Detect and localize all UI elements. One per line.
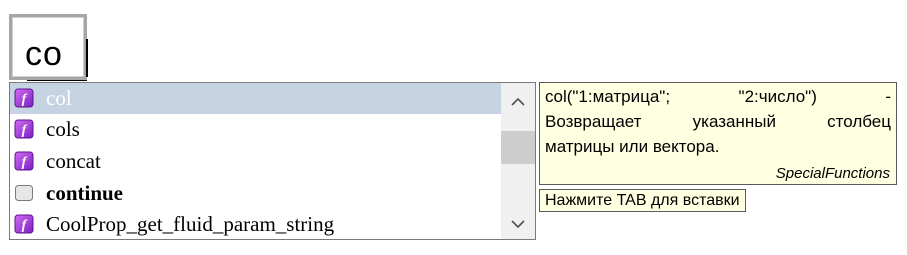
formula-input-box[interactable]: co bbox=[9, 14, 88, 81]
list-item-label: col bbox=[46, 86, 72, 110]
list-item-label: concat bbox=[46, 149, 101, 173]
list-item-concat[interactable]: f concat bbox=[10, 146, 501, 177]
input-underline bbox=[27, 80, 87, 81]
tooltip-description-line: Возвращает указанный столбец bbox=[545, 112, 891, 131]
tooltip-category: SpecialFunctions bbox=[775, 165, 890, 182]
typed-text: co bbox=[25, 35, 63, 73]
keyword-icon bbox=[15, 185, 33, 201]
list-item-coolprop[interactable]: f CoolProp_get_fluid_param_string bbox=[10, 209, 501, 239]
tooltip-signature: col("1:матрица"; "2:число") - bbox=[545, 87, 891, 106]
insert-hint: Нажмите TAB для вставки bbox=[539, 189, 746, 212]
autocomplete-list[interactable]: f col f cols f concat continue f CoolPro… bbox=[9, 82, 536, 240]
vertical-scrollbar[interactable] bbox=[501, 83, 535, 239]
scroll-up-button[interactable] bbox=[501, 87, 535, 117]
chevron-up-icon bbox=[511, 97, 525, 106]
text-caret bbox=[86, 39, 88, 77]
list-item-cols[interactable]: f cols bbox=[10, 114, 501, 145]
function-icon: f bbox=[14, 214, 34, 234]
scroll-thumb[interactable] bbox=[501, 131, 535, 164]
list-item-label: cols bbox=[46, 117, 80, 141]
list-item-continue[interactable]: continue bbox=[10, 178, 501, 209]
list-item-label: CoolProp_get_fluid_param_string bbox=[46, 212, 335, 236]
chevron-down-icon bbox=[511, 220, 525, 229]
tooltip-description-line: матрицы или вектора. bbox=[545, 137, 720, 156]
list-item-col[interactable]: f col bbox=[10, 83, 501, 114]
scroll-down-button[interactable] bbox=[501, 209, 535, 239]
function-icon: f bbox=[14, 88, 34, 108]
function-icon: f bbox=[14, 151, 34, 171]
function-tooltip: col("1:матрица"; "2:число") - Возвращает… bbox=[539, 82, 897, 185]
function-icon: f bbox=[14, 119, 34, 139]
list-item-label: continue bbox=[46, 181, 124, 205]
